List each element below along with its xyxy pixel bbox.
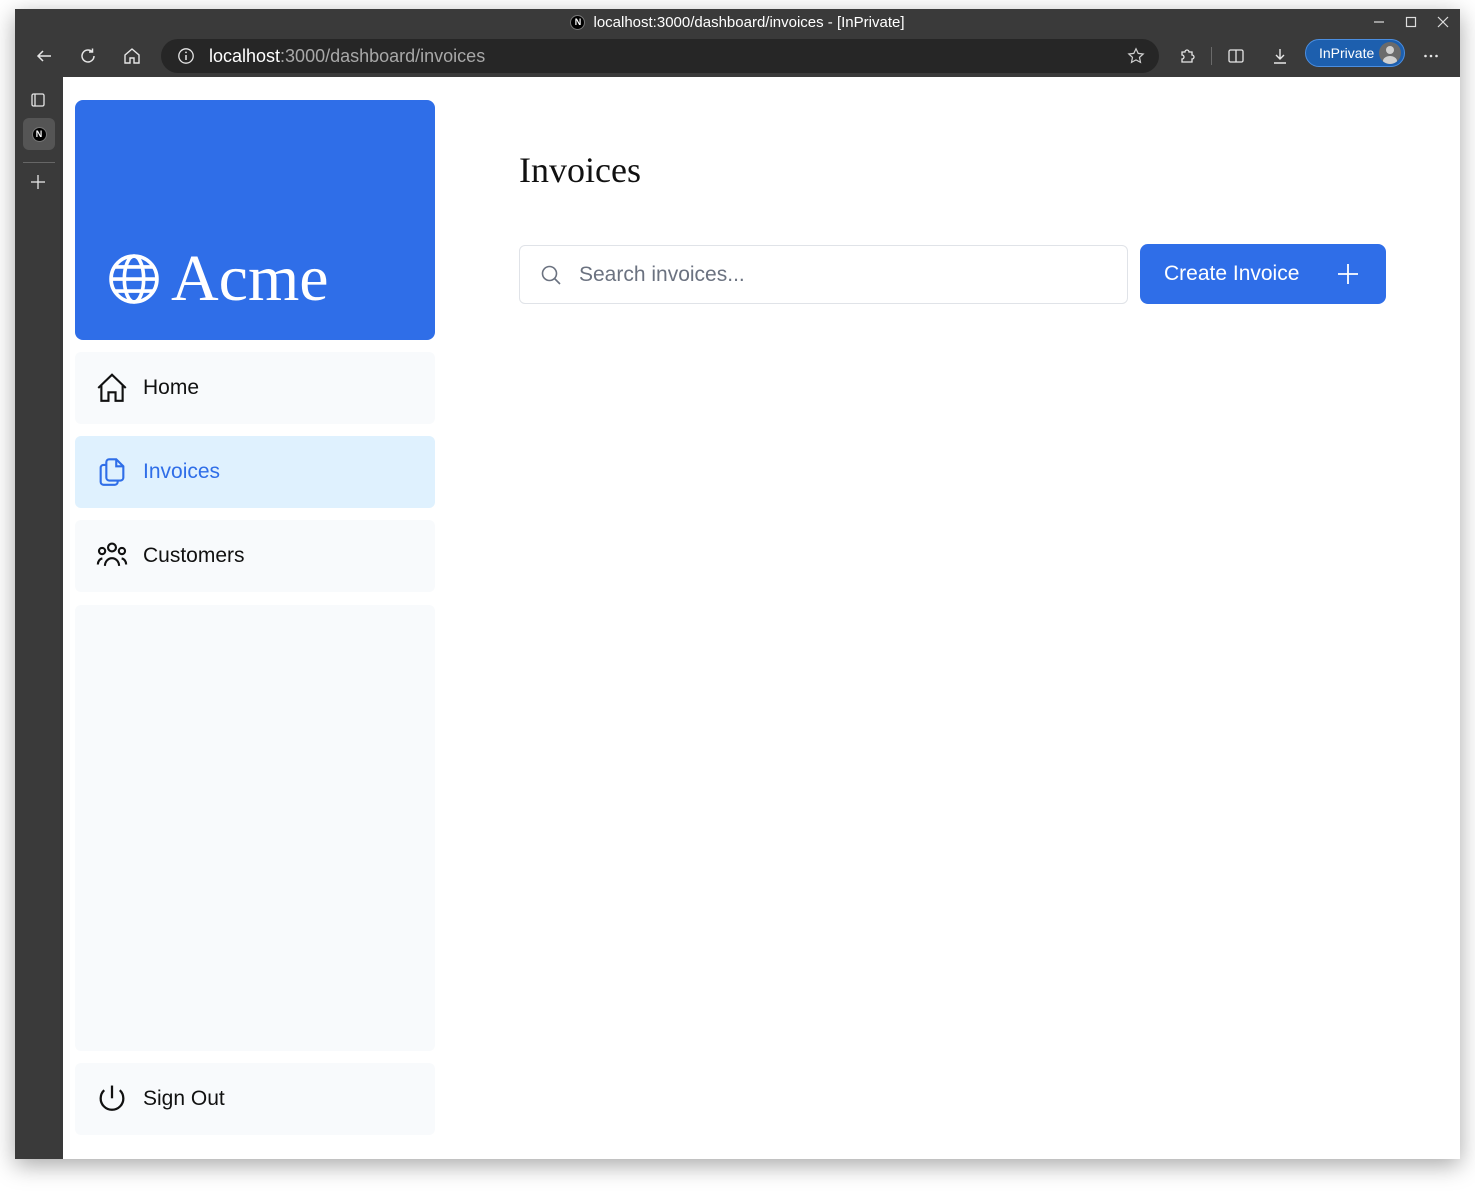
maximize-icon xyxy=(1405,16,1417,28)
more-menu-button[interactable] xyxy=(1416,41,1446,71)
sidebar-item-label: Home xyxy=(143,376,200,399)
address-bar[interactable]: localhost:3000/dashboard/invoices xyxy=(161,39,1159,73)
minimize-icon xyxy=(1374,21,1384,23)
person-icon xyxy=(1383,46,1397,64)
home-icon xyxy=(124,48,140,64)
vertical-tab-strip: N xyxy=(15,77,63,1159)
refresh-icon xyxy=(81,48,95,63)
acme-logo: Acme xyxy=(105,246,329,312)
downloads-button[interactable] xyxy=(1265,41,1295,71)
sidebar-item-customers[interactable]: Customers xyxy=(75,520,435,592)
close-button[interactable] xyxy=(1427,9,1459,35)
inprivate-label: InPrivate xyxy=(1319,45,1375,61)
search-input[interactable] xyxy=(577,261,1101,288)
back-button[interactable] xyxy=(29,41,59,71)
refresh-button[interactable] xyxy=(73,41,103,71)
sidebar-item-invoices[interactable]: Invoices xyxy=(75,436,435,508)
plus-icon xyxy=(1338,264,1358,284)
star-icon[interactable] xyxy=(1127,47,1145,65)
window-title: N localhost:3000/dashboard/invoices - [I… xyxy=(15,9,1460,35)
toolbar-divider xyxy=(1211,47,1212,65)
window-title-text: localhost:3000/dashboard/invoices - [InP… xyxy=(593,13,905,31)
page-content: Acme Home Invoices Customers Sign Out In… xyxy=(63,77,1460,1159)
split-screen-button[interactable] xyxy=(1221,41,1251,71)
maximize-button[interactable] xyxy=(1395,9,1427,35)
url-text[interactable]: localhost:3000/dashboard/invoices xyxy=(209,39,485,73)
home-icon xyxy=(97,373,127,402)
url-path: :3000/dashboard/invoices xyxy=(280,46,486,66)
power-icon xyxy=(99,1085,125,1111)
page-title: Invoices xyxy=(519,150,641,190)
tab-actions-icon xyxy=(31,93,45,107)
new-tab-button[interactable] xyxy=(29,173,47,196)
acme-logo-panel[interactable]: Acme xyxy=(75,100,435,340)
create-invoice-label: Create Invoice xyxy=(1164,262,1300,285)
brand-name: Acme xyxy=(171,242,329,315)
sign-out-label: Sign Out xyxy=(143,1087,225,1110)
nextjs-favicon-icon: N xyxy=(31,126,47,142)
document-duplicate-icon xyxy=(99,458,125,486)
extensions-button[interactable] xyxy=(1173,41,1203,71)
inprivate-button[interactable]: InPrivate xyxy=(1305,39,1405,67)
profile-avatar xyxy=(1379,42,1401,64)
minimize-button[interactable] xyxy=(1363,9,1395,35)
search-box[interactable] xyxy=(519,245,1128,304)
users-icon xyxy=(96,542,128,567)
split-screen-icon xyxy=(1228,49,1244,63)
sidebar-item-home[interactable]: Home xyxy=(75,352,435,424)
sidebar-spacer xyxy=(75,605,435,1051)
arrow-left-icon xyxy=(36,50,51,62)
browser-window: N localhost:3000/dashboard/invoices - [I… xyxy=(15,9,1460,1159)
browser-toolbar: localhost:3000/dashboard/invoices InPriv… xyxy=(15,35,1460,77)
tab-current-page[interactable]: N xyxy=(23,118,55,150)
plus-icon xyxy=(31,175,45,189)
info-icon[interactable] xyxy=(177,47,195,65)
ellipsis-icon xyxy=(1424,54,1438,58)
tab-actions-button[interactable] xyxy=(29,91,47,114)
sign-out-button[interactable]: Sign Out xyxy=(75,1063,435,1135)
home-button[interactable] xyxy=(117,41,147,71)
create-invoice-button[interactable]: Create Invoice xyxy=(1140,244,1386,304)
globe-icon xyxy=(109,254,159,304)
puzzle-icon xyxy=(1181,49,1195,63)
close-icon xyxy=(1437,16,1449,28)
sidebar-item-label: Invoices xyxy=(143,460,221,483)
sidebar-item-label: Customers xyxy=(143,544,245,567)
tab-strip-divider xyxy=(23,162,55,163)
nextjs-favicon-icon: N xyxy=(570,14,586,30)
url-host: localhost xyxy=(209,46,281,66)
title-bar: N localhost:3000/dashboard/invoices - [I… xyxy=(15,9,1460,35)
search-icon xyxy=(541,265,561,285)
download-icon xyxy=(1274,49,1286,64)
